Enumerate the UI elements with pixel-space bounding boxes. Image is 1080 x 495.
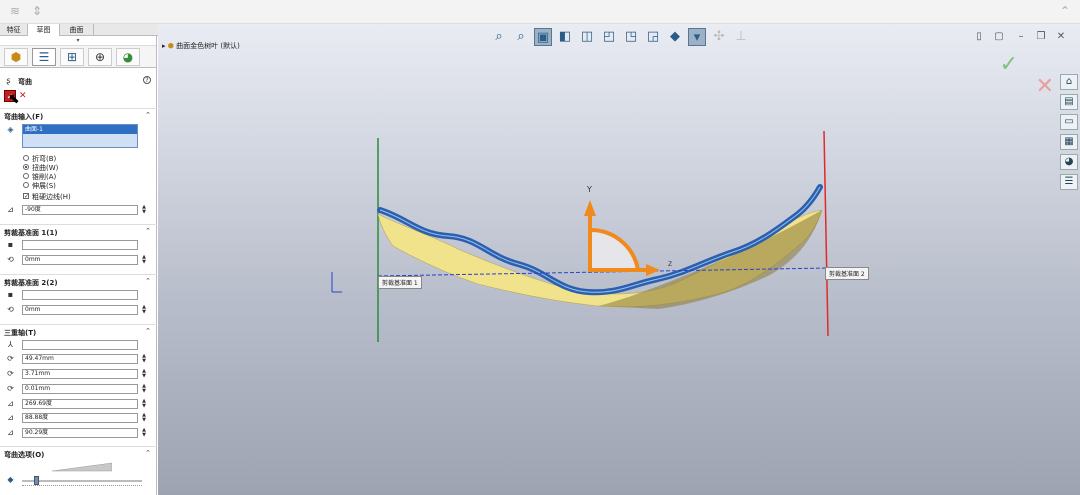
triad-x-rotation-field[interactable]: 269.69度 xyxy=(22,399,138,409)
expand-icon[interactable]: ⌃ xyxy=(1058,4,1072,18)
trim-plane2-tag[interactable]: 剪裁基准面 2 xyxy=(825,267,869,280)
mouse-cursor-icon: ⬉ xyxy=(8,91,20,107)
trim-plane1-title[interactable]: 剪裁基准面 1(1) xyxy=(4,228,58,238)
axis-y-label: Y xyxy=(586,185,592,194)
rotation-ring[interactable] xyxy=(588,227,641,272)
triad-z-rotation-spinner[interactable]: ▲ ▼ xyxy=(140,428,148,438)
property-manager: ▾ ⬢ ☰ ⊞ ⊕ ◕ ʂ 弯曲 ? ✓ ✕ 弯曲输入(F) ⌃ ◈ 曲面-1 … xyxy=(0,36,157,495)
accuracy-slider-thumb[interactable] xyxy=(33,476,39,485)
accuracy-icon: ◆ xyxy=(7,475,14,484)
configuration-tab-icon[interactable]: ⊞ xyxy=(60,48,84,66)
chevron-up-icon[interactable]: ⌃ xyxy=(145,449,151,457)
accuracy-scale-icon xyxy=(52,462,112,472)
trim-plane2-spinner[interactable]: ▲ ▼ xyxy=(140,305,148,315)
triad-y-rotation-field[interactable]: 88.88度 xyxy=(22,413,138,423)
triad-title[interactable]: 三重轴(T) xyxy=(4,328,36,338)
tab-sketch[interactable]: 草图 xyxy=(28,24,60,36)
cancel-button[interactable]: ✕ xyxy=(19,91,27,101)
z-rotation-icon: ⊿ xyxy=(7,428,14,437)
x-rotation-icon: ⊿ xyxy=(7,399,14,408)
panel-title: 弯曲 xyxy=(18,78,32,86)
chevron-up-icon[interactable]: ⌃ xyxy=(145,227,151,235)
chevron-up-icon[interactable]: ⌃ xyxy=(145,327,151,335)
property-manager-tab-icon[interactable]: ☰ xyxy=(32,48,56,66)
help-icon[interactable]: ? xyxy=(143,76,151,84)
selected-body[interactable]: 曲面-1 xyxy=(23,125,137,134)
tab-surfaces[interactable]: 曲面 xyxy=(60,24,94,36)
triad-x-rotation-spinner[interactable]: ▲ ▼ xyxy=(140,399,148,409)
chevron-up-icon[interactable]: ⌃ xyxy=(145,277,151,285)
accuracy-slider-track[interactable] xyxy=(22,480,142,482)
manager-tabs: ⬢ ☰ ⊞ ⊕ ◕ xyxy=(0,46,156,68)
hard-edges-checkbox[interactable]: ✓ xyxy=(23,193,29,200)
radio-bend[interactable] xyxy=(23,155,29,161)
triad-reference[interactable] xyxy=(22,340,138,350)
trim-plane1-distance[interactable]: 0mm xyxy=(22,255,138,265)
flex-feature-icon: ʂ xyxy=(6,76,11,85)
divider xyxy=(0,274,157,275)
appearance-tab-icon[interactable]: ◕ xyxy=(116,48,140,66)
triad-z-spinner[interactable]: ▲ ▼ xyxy=(140,384,148,394)
triad-y-arrowhead[interactable] xyxy=(584,200,596,216)
graphics-area[interactable]: ▸ ⬢ 曲面金色树叶 (默认) ⌕ ⌕ ▣ ◧ ◫ ◰ ◳ ◲ ◆ ▾ ✣ ⊥ … xyxy=(158,24,1080,495)
angle-field[interactable]: -90度 xyxy=(22,205,138,215)
trim-plane2-line[interactable] xyxy=(823,130,829,337)
triad-y-spinner[interactable]: ▲ ▼ xyxy=(140,369,148,379)
triad-x-spinner[interactable]: ▲ ▼ xyxy=(140,354,148,364)
divider xyxy=(0,224,157,225)
triad-z-rotation-field[interactable]: 90.29度 xyxy=(22,428,138,438)
bend-input-title[interactable]: 弯曲输入(F) xyxy=(4,112,43,122)
divider xyxy=(0,446,157,447)
trim-plane2-distance[interactable]: 0mm xyxy=(22,305,138,315)
hard-edges-label: 粗硬边线(H) xyxy=(32,193,71,201)
bend-options-title[interactable]: 弯曲选项(O) xyxy=(4,450,44,460)
reference-point-icon: ▪ xyxy=(7,290,14,299)
y-position-icon: ⟳ xyxy=(7,369,14,378)
trim-plane1-tag[interactable]: 剪裁基准面 1 xyxy=(378,276,422,289)
tab-features[interactable]: 特征 xyxy=(0,24,28,36)
chevron-up-icon[interactable]: ⌃ xyxy=(145,111,151,119)
command-tabs: 特征 草图 曲面 xyxy=(0,24,160,36)
slider-ticks xyxy=(22,485,142,488)
triad-z-arrowhead[interactable] xyxy=(646,264,660,276)
feature-tree-tab-icon[interactable]: ⬢ xyxy=(4,48,28,66)
divider xyxy=(0,108,157,109)
radio-stretch-label: 伸展(S) xyxy=(32,182,56,190)
distance-icon: ⟲ xyxy=(7,255,14,264)
triad-y-field[interactable]: 3.71mm xyxy=(22,369,138,379)
radio-stretch[interactable] xyxy=(23,182,29,188)
triad-icon: ⅄ xyxy=(8,340,13,349)
axis-z-label: Z xyxy=(668,261,672,268)
top-toolbar: ≋ ⇕ ⌃ xyxy=(0,0,1080,24)
radio-taper[interactable] xyxy=(23,173,29,179)
y-rotation-icon: ⊿ xyxy=(7,413,14,422)
collapse-arrow[interactable]: ▾ xyxy=(0,36,156,46)
trim-plane2-reference[interactable] xyxy=(22,290,138,300)
pin-icon[interactable]: ⇕ xyxy=(30,4,44,18)
triad-y-rotation-spinner[interactable]: ▲ ▼ xyxy=(140,413,148,423)
reference-point-icon: ▪ xyxy=(7,240,14,249)
z-position-icon: ⟳ xyxy=(7,384,14,393)
distance-icon: ⟲ xyxy=(7,305,14,314)
x-position-icon: ⟳ xyxy=(7,354,14,363)
model-scene: Y Z xyxy=(331,130,829,342)
dimxpert-tab-icon[interactable]: ⊕ xyxy=(88,48,112,66)
trim-plane2-title[interactable]: 剪裁基准面 2(2) xyxy=(4,278,58,288)
layers-icon[interactable]: ≋ xyxy=(8,4,22,18)
trim-plane1-reference[interactable] xyxy=(22,240,138,250)
angle-spinner[interactable]: ▲ ▼ xyxy=(140,205,148,215)
bodies-selection-box[interactable]: 曲面-1 xyxy=(22,124,138,148)
bodies-icon: ◈ xyxy=(7,125,14,134)
triad-z-field[interactable]: 0.01mm xyxy=(22,384,138,394)
triad-x-field[interactable]: 49.47mm xyxy=(22,354,138,364)
radio-twist[interactable] xyxy=(23,164,29,170)
divider xyxy=(0,324,157,325)
angle-icon: ⊿ xyxy=(7,205,14,214)
trim-plane1-spinner[interactable]: ▲ ▼ xyxy=(140,255,148,265)
